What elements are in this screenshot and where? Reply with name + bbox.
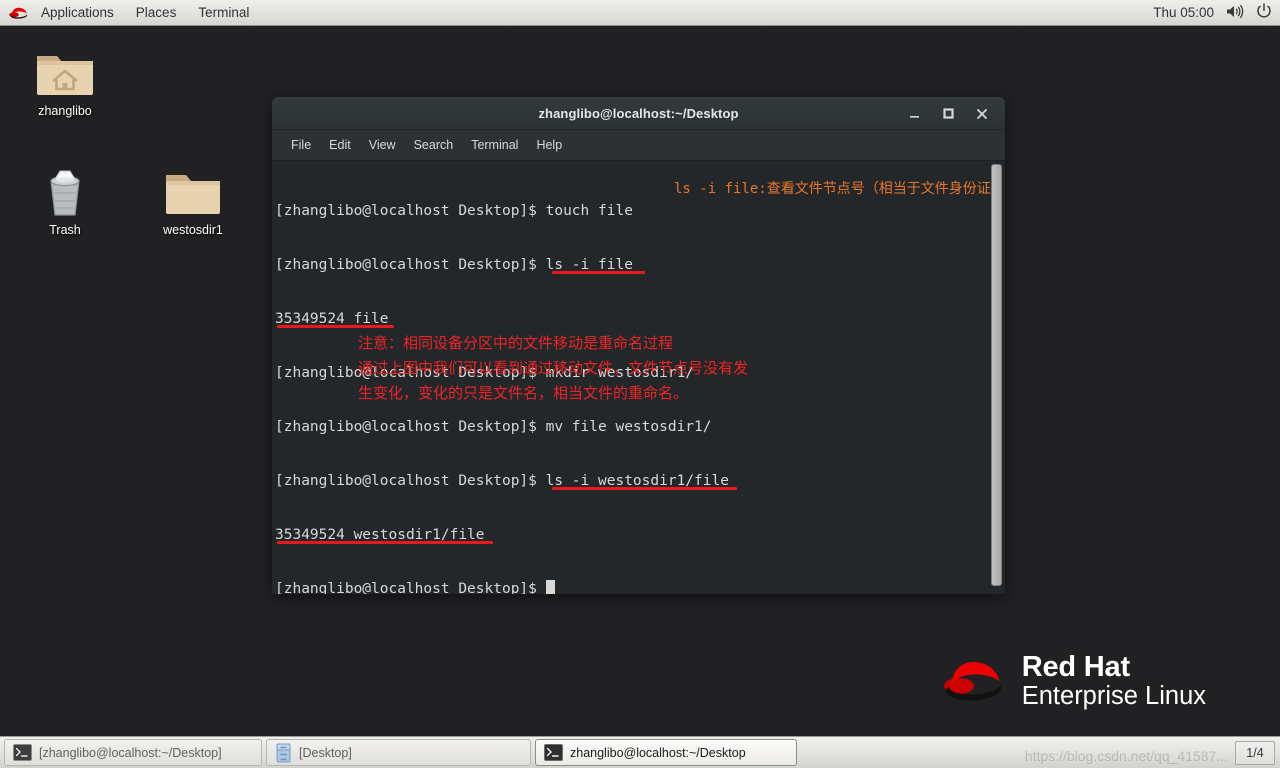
taskbar-item-label: [Desktop] xyxy=(299,745,352,760)
menu-view[interactable]: View xyxy=(360,134,405,156)
menu-search[interactable]: Search xyxy=(405,134,463,156)
trash-icon-svg xyxy=(50,170,80,216)
desktop-icon-zhanglibo[interactable]: zhanglibo xyxy=(17,36,113,119)
red-underline xyxy=(277,325,394,328)
redhat-fedora-icon-svg xyxy=(9,7,28,19)
power-icon[interactable] xyxy=(1256,3,1272,22)
terminal-icon xyxy=(544,744,563,761)
desktop-icon-westosdir1[interactable]: westosdir1 xyxy=(145,155,241,238)
volume-icon[interactable] xyxy=(1226,4,1244,22)
top-panel-status-area: Thu 05:00 xyxy=(1153,0,1280,26)
terminal-titlebar[interactable]: zhanglibo@localhost:~/Desktop xyxy=(272,97,1005,130)
menu-edit[interactable]: Edit xyxy=(320,134,360,156)
taskbar-item-terminal-2[interactable]: zhanglibo@localhost:~/Desktop xyxy=(535,739,797,766)
terminal-window[interactable]: zhanglibo@localhost:~/Desktop File Edit … xyxy=(272,97,1005,594)
terminal-menu[interactable]: Terminal xyxy=(187,0,260,26)
redhat-fedora-icon[interactable] xyxy=(0,5,30,21)
brand-line-2: Enterprise Linux xyxy=(1021,681,1206,710)
top-panel: Applications Places Terminal Thu 05:00 xyxy=(0,0,1280,26)
terminal-scrollbar[interactable] xyxy=(991,164,1002,586)
workspace-switcher[interactable]: 1/4 xyxy=(1235,740,1275,765)
scrollbar-thumb[interactable] xyxy=(991,164,1002,586)
menu-help[interactable]: Help xyxy=(527,134,571,156)
terminal-line: [zhanglibo@localhost Desktop]$ ls -i wes… xyxy=(275,472,737,490)
places-menu[interactable]: Places xyxy=(125,0,188,26)
maximize-button[interactable] xyxy=(931,101,965,127)
taskbar-item-terminal-1[interactable]: [zhanglibo@localhost:~/Desktop] xyxy=(4,739,262,766)
red-underline xyxy=(552,487,737,490)
menu-terminal[interactable]: Terminal xyxy=(462,134,527,156)
desktop-screen: Applications Places Terminal Thu 05:00 z… xyxy=(0,0,1280,768)
power-icon-svg xyxy=(1257,3,1271,18)
home-folder-icon-svg xyxy=(37,56,93,95)
window-controls xyxy=(897,97,999,130)
taskbar-item-desktop[interactable]: [Desktop] xyxy=(266,739,531,766)
volume-icon-svg xyxy=(1227,4,1244,18)
terminal-line: [zhanglibo@localhost Desktop]$ mv file w… xyxy=(275,418,729,436)
annotation-orange: ls -i file:查看文件节点号（相当于文件身份证） xyxy=(674,181,1005,197)
desktop-icon-label: Trash xyxy=(49,223,81,237)
terminal-line: [zhanglibo@localhost Desktop]$ touch fil… xyxy=(275,202,729,220)
terminal-line: 35349524 file xyxy=(275,310,729,328)
terminal-title-text: zhanglibo@localhost:~/Desktop xyxy=(538,105,739,121)
menu-file[interactable]: File xyxy=(282,134,320,156)
file-manager-icon xyxy=(276,743,291,762)
home-folder-icon xyxy=(17,36,113,100)
terminal-line: 35349524 westosdir1/file xyxy=(275,526,729,544)
minimize-button[interactable] xyxy=(897,101,931,127)
terminal-output-area[interactable]: [zhanglibo@localhost Desktop]$ touch fil… xyxy=(272,161,1005,594)
terminal-line: [zhanglibo@localhost Desktop]$ xyxy=(275,580,729,594)
terminal-line: [zhanglibo@localhost Desktop]$ ls -i fil… xyxy=(275,256,729,274)
red-underline xyxy=(277,541,493,544)
terminal-prompt: [zhanglibo@localhost Desktop]$ xyxy=(275,581,546,594)
desktop-icon-trash[interactable]: Trash xyxy=(17,155,113,238)
trash-icon xyxy=(17,155,113,219)
close-button[interactable] xyxy=(965,101,999,127)
brand-line-1: Red Hat xyxy=(1021,651,1130,684)
redhat-enterprise-linux-branding: Red Hat Enterprise Linux xyxy=(940,652,1206,710)
clock[interactable]: Thu 05:00 xyxy=(1153,5,1214,20)
taskbar-item-label: [zhanglibo@localhost:~/Desktop] xyxy=(39,745,222,760)
minimize-icon xyxy=(909,116,919,118)
terminal-cursor xyxy=(545,580,555,594)
terminal-menubar: File Edit View Search Terminal Help xyxy=(272,130,1005,161)
red-underline xyxy=(552,271,645,274)
taskbar-item-label: zhanglibo@localhost:~/Desktop xyxy=(570,745,746,760)
taskbar: [zhanglibo@localhost:~/Desktop] [Desktop… xyxy=(0,736,1280,768)
redhat-fedora-logo xyxy=(943,662,1001,701)
terminal-line-text: [zhanglibo@localhost Desktop]$ touch fil… xyxy=(275,203,633,219)
desktop-icon-label: zhanglibo xyxy=(38,104,92,118)
annotation-red: 注意：相同设备分区中的文件移动是重命名过程 通过上图中我们可以看到通过移动文件，… xyxy=(358,334,749,402)
terminal-line-text: [zhanglibo@localhost Desktop]$ mv file w… xyxy=(275,419,712,435)
folder-icon-svg xyxy=(166,175,220,214)
maximize-icon xyxy=(942,108,954,119)
close-icon xyxy=(977,108,987,119)
applications-menu[interactable]: Applications xyxy=(30,0,125,26)
desktop-icon-label: westosdir1 xyxy=(163,223,223,237)
folder-icon xyxy=(145,155,241,219)
terminal-icon xyxy=(13,744,32,761)
